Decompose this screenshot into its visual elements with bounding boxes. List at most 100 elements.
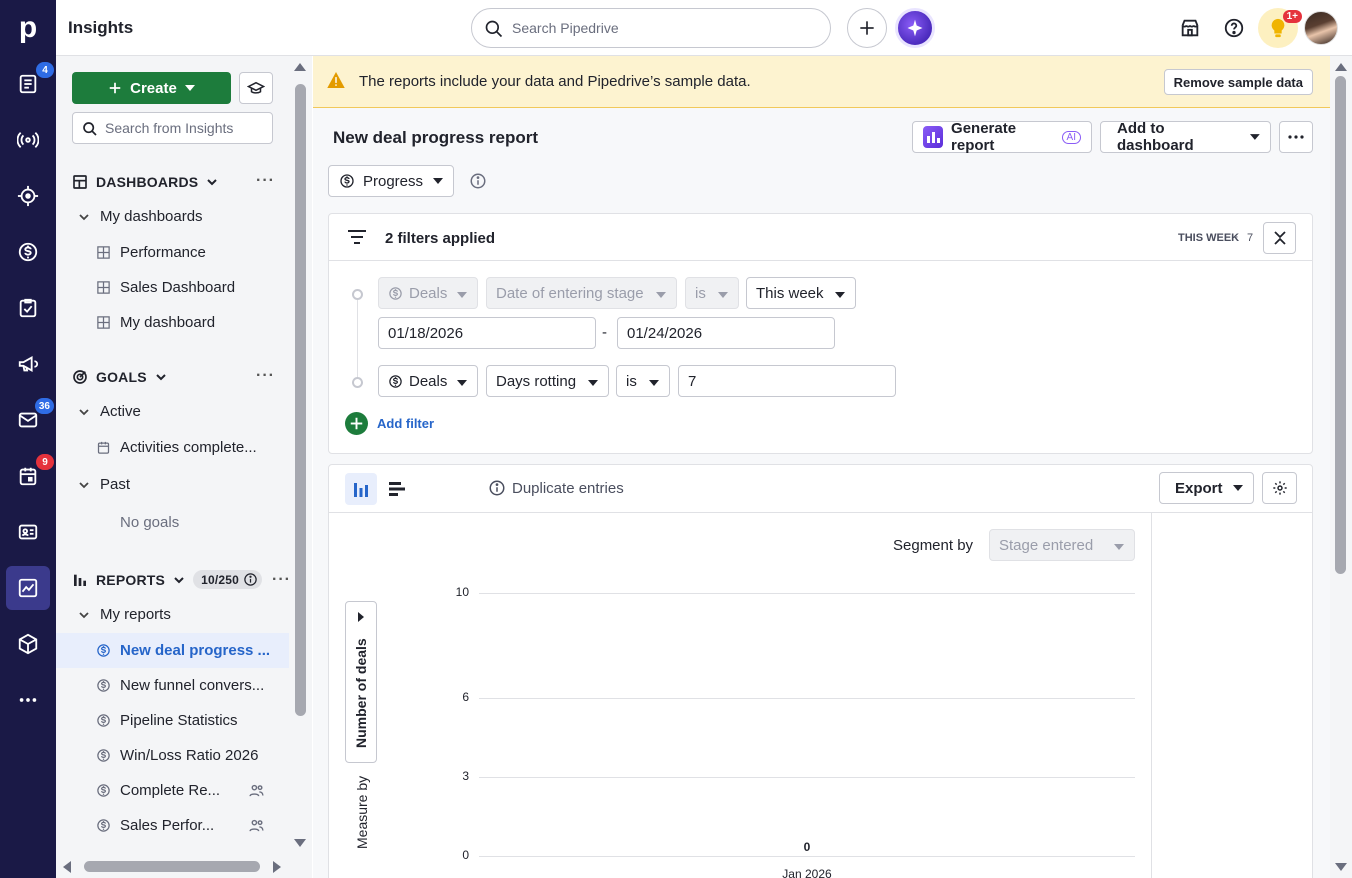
my-dashboards-group[interactable]: My dashboards [78, 208, 203, 225]
reports-count-badge: 10/250 [193, 570, 262, 589]
goals-active-group[interactable]: Active [78, 403, 141, 420]
search-placeholder: Search Pipedrive [512, 20, 619, 36]
filter2-operator-select[interactable]: is [616, 365, 670, 397]
bar-chart-toggle[interactable] [381, 473, 413, 505]
dollar-circle-icon [97, 784, 110, 797]
dashboard-item-performance[interactable]: Performance [56, 235, 289, 270]
caret-down-icon [656, 292, 666, 298]
chevron-down-icon [174, 576, 184, 583]
goals-more-icon[interactable]: ··· [256, 367, 275, 385]
deals-dollar-icon[interactable] [0, 230, 56, 274]
goal-item-label: Activities complete... [120, 439, 257, 456]
generate-report-icon [923, 126, 944, 148]
graduation-hat-icon [247, 81, 265, 94]
dashboards-more-icon[interactable]: ··· [256, 172, 275, 190]
more-dots-icon [1288, 135, 1304, 139]
filter1-from-date-input[interactable]: 01/18/2026 [378, 317, 596, 349]
report-item-pipeline-statistics[interactable]: Pipeline Statistics [56, 703, 289, 738]
report-item-label: Complete Re... [120, 782, 221, 799]
my-reports-group[interactable]: My reports [78, 606, 171, 623]
generate-report-button[interactable]: Generate report AI [912, 120, 1092, 154]
dashboard-item-sales[interactable]: Sales Dashboard [56, 270, 289, 305]
filter2-value-input[interactable]: 7 [678, 365, 896, 397]
goals-title: GOALS [96, 369, 147, 385]
sidebar-vertical-scrollbar[interactable] [289, 56, 312, 856]
add-filter-button[interactable]: Add filter [345, 412, 434, 435]
campaigns-megaphone-icon[interactable] [0, 342, 56, 386]
mail-badge: 36 [34, 398, 54, 414]
more-icon[interactable] [0, 678, 56, 722]
report-item-win-loss[interactable]: Win/Loss Ratio 2026 [56, 738, 289, 773]
tasks-icon[interactable] [0, 286, 56, 330]
insights-search-input[interactable]: Search from Insights [72, 112, 273, 144]
global-search-input[interactable]: Search Pipedrive [471, 8, 831, 48]
report-item-new-deal-progress[interactable]: New deal progress ... [56, 633, 289, 668]
ai-assistant-button[interactable] [895, 8, 935, 48]
insights-chart-icon[interactable] [6, 566, 50, 610]
marketplace-icon[interactable] [1176, 14, 1204, 42]
caret-down-icon [457, 380, 467, 386]
caret-down-icon [835, 292, 845, 298]
report-more-button[interactable] [1279, 121, 1313, 153]
filter2-field-label: Days rotting [496, 372, 577, 390]
dashboards-section-header[interactable]: DASHBOARDS [72, 174, 218, 190]
pipedrive-logo[interactable]: p [0, 0, 56, 56]
from-date-value: 01/18/2026 [388, 324, 464, 342]
learning-hat-button[interactable] [239, 72, 273, 104]
period-tag: THIS WEEK [1178, 232, 1240, 244]
goals-section-header[interactable]: GOALS [72, 369, 167, 385]
report-type-select[interactable]: Progress [328, 165, 454, 197]
goal-item-activities[interactable]: Activities complete... [56, 430, 289, 465]
dollar-circle-icon [97, 749, 110, 762]
products-box-icon[interactable] [0, 622, 56, 666]
scroll-up-arrow-icon [294, 63, 306, 71]
dashboard-item-my[interactable]: My dashboard [56, 305, 289, 340]
dashboard-grid-icon [73, 175, 87, 189]
report-item-funnel-conversion[interactable]: New funnel convers... [56, 668, 289, 703]
export-button[interactable]: Export [1159, 472, 1254, 504]
collapse-filters-button[interactable] [1263, 222, 1296, 254]
sidebar-horizontal-scrollbar[interactable] [56, 856, 312, 878]
report-item-complete-re[interactable]: Complete Re... [56, 773, 289, 808]
quick-add-button[interactable] [847, 8, 887, 48]
chart-settings-button[interactable] [1262, 472, 1297, 504]
filter1-value-select[interactable]: This week [746, 277, 856, 309]
help-icon[interactable] [1220, 14, 1248, 42]
y-tick-label: 3 [462, 769, 469, 783]
calendar-icon[interactable]: 9 [0, 454, 56, 498]
filters-header[interactable]: 2 filters applied THIS WEEK · 7 [329, 214, 1312, 261]
generate-report-label: Generate report [951, 120, 1017, 154]
scroll-right-arrow-icon [273, 861, 281, 873]
caret-down-icon [649, 380, 659, 386]
report-item-label: New funnel convers... [120, 677, 265, 694]
duplicate-entries-info[interactable]: Duplicate entries [488, 479, 624, 497]
reports-more-icon[interactable]: ··· [272, 571, 289, 589]
broadcast-icon[interactable] [0, 118, 56, 162]
report-title[interactable]: New deal progress report [333, 128, 538, 148]
filter2-field-select[interactable]: Days rotting [486, 365, 609, 397]
goals-past-group[interactable]: Past [78, 476, 130, 493]
banner-text: The reports include your data and Pipedr… [359, 73, 751, 90]
mail-icon[interactable]: 36 [0, 398, 56, 442]
main-vertical-scrollbar[interactable] [1330, 56, 1352, 878]
contacts-card-icon[interactable] [0, 510, 56, 554]
sidebar-hscroll-thumb[interactable] [84, 861, 260, 872]
dollar-circle-icon [97, 819, 110, 832]
create-button[interactable]: Create [72, 72, 231, 104]
info-icon [244, 573, 257, 586]
filter2-entity-select[interactable]: Deals [378, 365, 478, 397]
main-scroll-thumb[interactable] [1335, 76, 1346, 574]
add-to-dashboard-button[interactable]: Add to dashboard [1100, 120, 1271, 154]
target-icon[interactable] [0, 174, 56, 218]
filter1-to-date-input[interactable]: 01/24/2026 [617, 317, 835, 349]
measure-by-select[interactable]: Number of deals [345, 601, 377, 763]
reports-section-header[interactable]: REPORTS 10/250 [72, 570, 262, 589]
remove-sample-data-button[interactable]: Remove sample data [1163, 69, 1313, 95]
leads-icon[interactable]: 4 [0, 62, 56, 106]
ai-tag: AI [1061, 130, 1081, 144]
report-item-sales-perfor[interactable]: Sales Perfor... [56, 808, 289, 843]
column-chart-toggle[interactable] [345, 473, 377, 505]
user-avatar[interactable] [1304, 11, 1338, 45]
sidebar-scroll-thumb[interactable] [295, 84, 306, 716]
tips-bulb-button[interactable]: 1+ [1258, 8, 1302, 48]
